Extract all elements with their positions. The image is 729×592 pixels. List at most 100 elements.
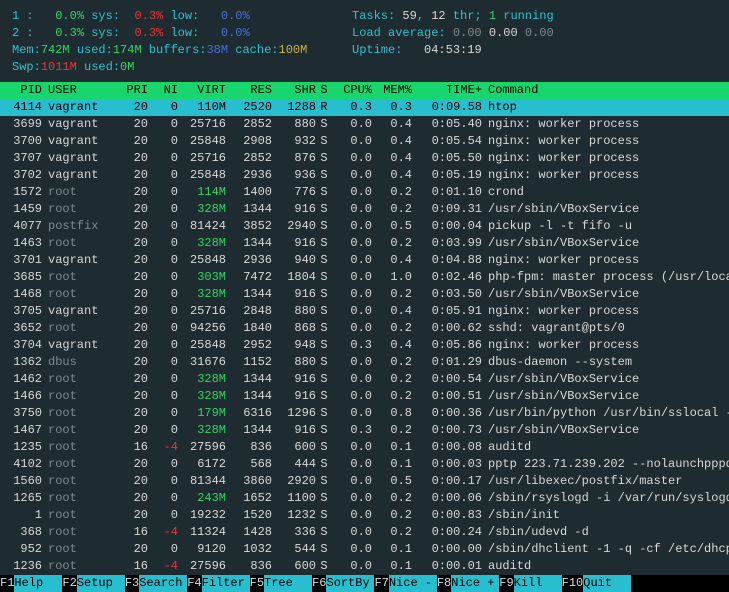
process-row[interactable]: 1root2001923215201232S0.00.20:00.83/sbin…: [0, 507, 729, 524]
cell-mem: 0.2: [372, 422, 412, 439]
process-row[interactable]: 3701vagrant200258482936940S0.00.40:04.88…: [0, 252, 729, 269]
cell-res: 3860: [226, 473, 272, 490]
cell-pid: 1572: [4, 184, 44, 201]
fkey-label-f10[interactable]: Quit: [583, 575, 631, 592]
cell-time: 0:00.04: [412, 218, 482, 235]
process-row[interactable]: 1572root200114M1400776S0.00.20:01.10cron…: [0, 184, 729, 201]
cell-time: 0:00.36: [412, 405, 482, 422]
cell-user: root: [44, 405, 114, 422]
fkey-f4[interactable]: F4: [187, 575, 201, 592]
cell-pid: 3700: [4, 133, 44, 150]
cell-pid: 1459: [4, 201, 44, 218]
cell-mem: 0.2: [372, 354, 412, 371]
fkey-f9[interactable]: F9: [499, 575, 513, 592]
process-row[interactable]: 1462root200328M1344916S0.00.20:00.54/usr…: [0, 371, 729, 388]
fkey-label-f3[interactable]: Search: [139, 575, 187, 592]
cell-user: root: [44, 439, 114, 456]
cell-virt: 9120: [178, 541, 226, 558]
fkey-label-f7[interactable]: Nice -: [389, 575, 437, 592]
cell-shr: 880: [272, 354, 316, 371]
cell-shr: 776: [272, 184, 316, 201]
fkey-label-f9[interactable]: Kill: [514, 575, 562, 592]
fkey-f5[interactable]: F5: [250, 575, 264, 592]
process-row[interactable]: 368root16-4113241428336S0.00.20:00.24/sb…: [0, 524, 729, 541]
cell-shr: 1296: [272, 405, 316, 422]
process-row[interactable]: 1560root2008134438602920S0.00.50:00.17/u…: [0, 473, 729, 490]
process-row[interactable]: 3699vagrant200257162852880S0.00.40:05.40…: [0, 116, 729, 133]
cell-ni: 0: [148, 116, 178, 133]
fkey-f1[interactable]: F1: [0, 575, 14, 592]
process-row[interactable]: 3685root200303M74721804S0.01.00:02.46php…: [0, 269, 729, 286]
cell-pri: 20: [114, 184, 148, 201]
process-row[interactable]: 1236root16-427596836600S0.00.10:00.01aud…: [0, 558, 729, 575]
col-user[interactable]: USER: [44, 82, 114, 99]
process-row[interactable]: 3707vagrant200257162852876S0.00.40:05.50…: [0, 150, 729, 167]
col-virt[interactable]: VIRT: [178, 82, 226, 99]
col-res[interactable]: RES: [226, 82, 272, 99]
process-row[interactable]: 952root20091201032544S0.00.10:00.00/sbin…: [0, 541, 729, 558]
col-time[interactable]: TIME+: [412, 82, 482, 99]
process-row[interactable]: 3705vagrant200257162848880S0.00.40:05.91…: [0, 303, 729, 320]
process-row[interactable]: 4077postfix2008142438522940S0.00.50:00.0…: [0, 218, 729, 235]
cell-pri: 20: [114, 252, 148, 269]
cell-command: pickup -l -t fifo -u: [482, 218, 729, 235]
process-row[interactable]: 1362dbus200316761152880S0.00.20:01.29dbu…: [0, 354, 729, 371]
cell-res: 1152: [226, 354, 272, 371]
cell-user: root: [44, 235, 114, 252]
process-row[interactable]: 1467root200328M1344916S0.30.20:00.73/usr…: [0, 422, 729, 439]
cell-user: root: [44, 558, 114, 575]
fkey-label-f6[interactable]: SortBy: [326, 575, 374, 592]
process-row[interactable]: 1463root200328M1344916S0.00.20:03.99/usr…: [0, 235, 729, 252]
fkey-f8[interactable]: F8: [437, 575, 451, 592]
fkey-label-f5[interactable]: Tree: [264, 575, 312, 592]
cell-mem: 0.2: [372, 201, 412, 218]
fkey-f6[interactable]: F6: [312, 575, 326, 592]
cell-pid: 1236: [4, 558, 44, 575]
cell-ni: 0: [148, 490, 178, 507]
fkey-label-f2[interactable]: Setup: [77, 575, 125, 592]
cell-mem: 0.2: [372, 388, 412, 405]
col-ni[interactable]: NI: [148, 82, 178, 99]
cell-time: 0:05.91: [412, 303, 482, 320]
process-row[interactable]: 1466root200328M1344916S0.00.20:00.51/usr…: [0, 388, 729, 405]
col-shr[interactable]: SHR: [272, 82, 316, 99]
process-row[interactable]: 4114vagrant200110M25201288R0.30.30:09.58…: [0, 99, 729, 116]
cell-command: nginx: worker process: [482, 303, 729, 320]
col-pri[interactable]: PRI: [114, 82, 148, 99]
fkey-label-f8[interactable]: Nice +: [451, 575, 499, 592]
process-row[interactable]: 3700vagrant200258482908932S0.00.40:05.54…: [0, 133, 729, 150]
fkey-f7[interactable]: F7: [374, 575, 388, 592]
col-cmd[interactable]: Command: [482, 82, 729, 99]
process-row[interactable]: 4102root2006172568444S0.00.10:00.03pptp …: [0, 456, 729, 473]
fkey-label-f1[interactable]: Help: [14, 575, 62, 592]
process-row[interactable]: 3750root200179M63161296S0.00.80:00.36/us…: [0, 405, 729, 422]
process-row[interactable]: 1265root200243M16521100S0.00.20:00.06/sb…: [0, 490, 729, 507]
process-row[interactable]: 3702vagrant200258482936936S0.00.40:05.19…: [0, 167, 729, 184]
col-cpu[interactable]: CPU%: [332, 82, 372, 99]
cell-pid: 3707: [4, 150, 44, 167]
process-header[interactable]: PID USER PRI NI VIRT RES SHR S CPU% MEM%…: [0, 82, 729, 99]
col-mem[interactable]: MEM%: [372, 82, 412, 99]
cell-shr: 916: [272, 201, 316, 218]
cell-time: 0:02.46: [412, 269, 482, 286]
process-row[interactable]: 1468root200328M1344916S0.00.20:03.50/usr…: [0, 286, 729, 303]
cell-shr: 932: [272, 133, 316, 150]
process-row[interactable]: 3652root200942561840868S0.00.20:00.62ssh…: [0, 320, 729, 337]
col-pid[interactable]: PID: [4, 82, 44, 99]
cell-user: root: [44, 184, 114, 201]
fkey-f3[interactable]: F3: [125, 575, 139, 592]
col-s[interactable]: S: [316, 82, 332, 99]
process-row[interactable]: 1235root16-427596836600S0.00.10:00.08aud…: [0, 439, 729, 456]
cell-time: 0:05.40: [412, 116, 482, 133]
process-row[interactable]: 1459root200328M1344916S0.00.20:09.31/usr…: [0, 201, 729, 218]
cell-time: 0:01.10: [412, 184, 482, 201]
process-row[interactable]: 3704vagrant200258482952948S0.30.40:05.86…: [0, 337, 729, 354]
fkey-f2[interactable]: F2: [62, 575, 76, 592]
fkey-f10[interactable]: F10: [562, 575, 584, 592]
cell-command: nginx: worker process: [482, 133, 729, 150]
cell-time: 0:00.54: [412, 371, 482, 388]
cell-pri: 20: [114, 473, 148, 490]
fkey-label-f4[interactable]: Filter: [202, 575, 250, 592]
process-list[interactable]: 4114vagrant200110M25201288R0.30.30:09.58…: [0, 99, 729, 575]
cell-time: 0:00.62: [412, 320, 482, 337]
